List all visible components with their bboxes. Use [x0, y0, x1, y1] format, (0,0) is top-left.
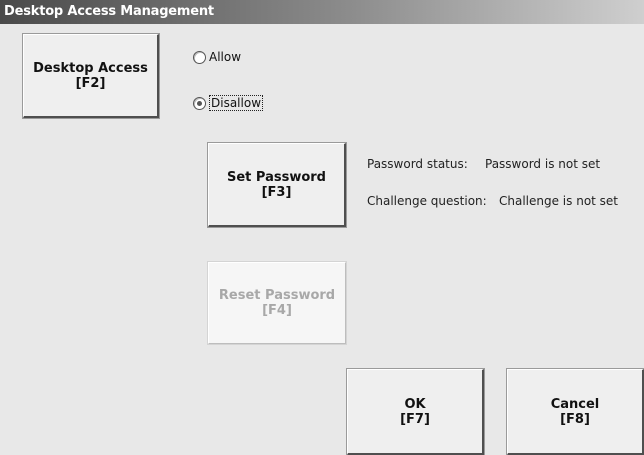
- desktop-access-key: [F2]: [75, 75, 106, 91]
- set-password-label: Set Password: [226, 169, 326, 185]
- reset-password-key: [F4]: [262, 303, 292, 318]
- ok-label: OK: [404, 396, 426, 412]
- allow-label: Allow: [209, 50, 242, 64]
- reset-password-button[interactable]: Reset Password [F4]: [207, 261, 347, 345]
- set-password-key: [F3]: [261, 184, 292, 200]
- allow-radio[interactable]: Allow: [193, 50, 241, 64]
- password-status-value: Password is not set: [485, 157, 601, 171]
- disallow-label: Disallow: [209, 95, 264, 111]
- desktop-access-management-window: Desktop Access Management Desktop Access…: [0, 0, 644, 455]
- cancel-label: Cancel: [550, 396, 600, 412]
- reset-password-label: Reset Password: [218, 288, 336, 303]
- radio-button-icon[interactable]: [193, 50, 206, 64]
- window-title: Desktop Access Management: [4, 4, 214, 19]
- set-password-button[interactable]: Set Password [F3]: [207, 142, 347, 228]
- title-bar: Desktop Access Management: [0, 0, 644, 24]
- radio-button-selected-icon[interactable]: [193, 96, 206, 110]
- desktop-access-button[interactable]: Desktop Access [F2]: [22, 33, 160, 119]
- desktop-access-label: Desktop Access: [33, 60, 148, 76]
- password-status-label: Password status:: [367, 157, 468, 171]
- cancel-key: [F8]: [560, 411, 590, 427]
- cancel-button[interactable]: Cancel [F8]: [506, 368, 644, 455]
- challenge-question-value: Challenge is not set: [499, 194, 619, 208]
- ok-button[interactable]: OK [F7]: [346, 368, 485, 455]
- challenge-question-label: Challenge question:: [367, 194, 487, 208]
- ok-key: [F7]: [400, 411, 430, 427]
- disallow-radio[interactable]: Disallow: [193, 95, 264, 111]
